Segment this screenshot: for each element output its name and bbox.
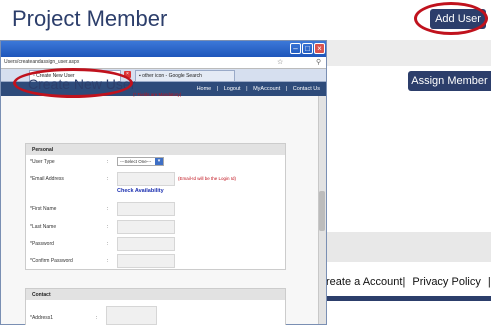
email-field[interactable] (117, 172, 175, 186)
address1-field[interactable] (106, 306, 157, 325)
nav-myaccount[interactable]: MyAccount (253, 86, 280, 92)
colon: : (96, 315, 98, 321)
first-name-label: *First Name (30, 206, 57, 212)
mandatory-note: (* Fields are Mandatory) (133, 92, 182, 97)
nav-contact-us[interactable]: Contact Us (293, 86, 320, 92)
privacy-policy-link[interactable]: Privacy Policy (412, 276, 480, 288)
last-name-field[interactable] (117, 220, 175, 234)
user-type-select[interactable]: ---Select One--- ▾ (117, 157, 164, 166)
footer-links: reate a Account| Privacy Policy | (326, 268, 491, 296)
address1-label: *Address1 (30, 315, 54, 321)
highlight-annotation-add-user (414, 2, 488, 35)
footer-bar (326, 296, 491, 301)
content-band (326, 232, 491, 262)
browser-scrollbar[interactable] (318, 96, 326, 324)
colon: : (107, 258, 109, 264)
footer-separator: | (487, 276, 491, 288)
address-bar[interactable]: Users/createandassign_user.aspx ☆ ⚲ (1, 57, 326, 69)
page-title: Project Member (12, 6, 168, 31)
tab-label: other icon - Google Search (142, 73, 202, 79)
nav-sep: | (246, 86, 248, 92)
dropdown-arrow-icon[interactable]: ▾ (155, 158, 163, 165)
colon: : (107, 224, 109, 230)
tab-google-search[interactable]: ▪ other icon - Google Search (135, 70, 235, 81)
password-field[interactable] (117, 237, 175, 251)
nav-home[interactable]: Home (197, 86, 212, 92)
maximize-icon[interactable]: □ (302, 43, 313, 54)
colon: : (107, 176, 109, 182)
confirm-password-label: *Confirm Password (30, 258, 73, 264)
browser-titlebar: – □ × (1, 41, 326, 57)
check-availability-link[interactable]: Check Availability (117, 188, 164, 194)
user-type-label: *User Type (30, 159, 55, 165)
email-label: *Email Address (30, 176, 64, 182)
toolbar-band (326, 40, 491, 66)
favorites-icon[interactable]: ☆ (277, 58, 283, 66)
colon: : (107, 241, 109, 247)
highlight-annotation-create-user (13, 68, 133, 98)
user-type-value: ---Select One--- (120, 159, 152, 164)
scrollbar-thumb[interactable] (319, 191, 325, 231)
address-url: Users/createandassign_user.aspx (4, 59, 80, 65)
confirm-password-field[interactable] (117, 254, 175, 268)
close-icon[interactable]: × (314, 43, 325, 54)
nav-sep: | (285, 86, 288, 92)
section-heading: Personal (26, 144, 285, 155)
nav-logout[interactable]: Logout (224, 86, 241, 92)
last-name-label: *Last Name (30, 224, 57, 230)
first-name-field[interactable] (117, 202, 175, 216)
nav-sep: | (216, 86, 219, 92)
create-account-link[interactable]: reate a Account| (326, 276, 405, 288)
minimize-icon[interactable]: – (290, 43, 301, 54)
password-label: *Password (30, 241, 54, 247)
email-hint: (Email-Id will be the Login Id) (178, 176, 237, 181)
colon: : (107, 159, 109, 165)
search-icon[interactable]: ⚲ (316, 58, 321, 66)
colon: : (107, 206, 109, 212)
section-heading: Contact (26, 289, 285, 300)
assign-member-button[interactable]: Assign Member (408, 71, 491, 91)
